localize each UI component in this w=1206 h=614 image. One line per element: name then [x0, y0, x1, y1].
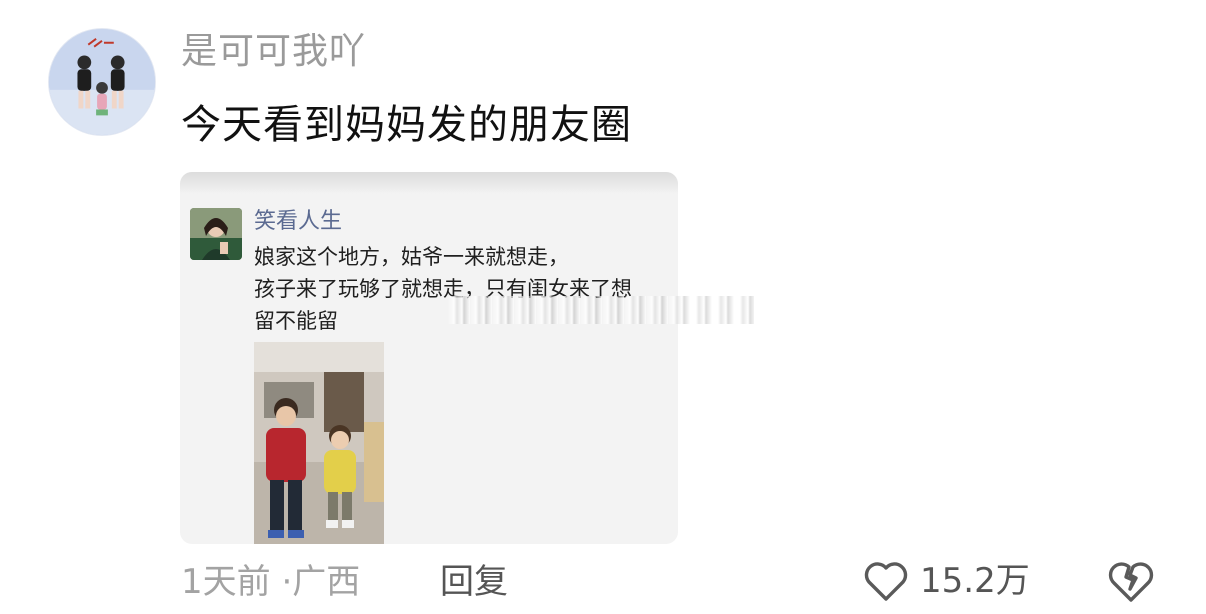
avatar-illustration — [49, 29, 155, 135]
post-author-name: 笑看人生 — [254, 209, 343, 234]
comment-item: 是可可我吖 今天看到妈妈发的朋友圈 笑看人生 娘家这个地方，姑爷一来就想走， 孩… — [0, 0, 1206, 614]
post-text-line: 留不能留 — [254, 309, 338, 333]
screenshot-top-shadow — [180, 172, 678, 194]
comment-meta: 1天前 ·广西 — [181, 560, 360, 604]
reply-button[interactable]: 回复 — [440, 560, 508, 604]
scan-artifact — [448, 296, 754, 324]
like-button[interactable]: 15.2万 — [862, 556, 1030, 606]
post-author-avatar — [190, 208, 242, 260]
like-count: 15.2万 — [920, 561, 1030, 601]
heart-outline-icon[interactable] — [862, 559, 910, 603]
comment-text: 今天看到妈妈发的朋友圈 — [181, 102, 632, 148]
meta-separator: · — [281, 562, 293, 602]
broken-heart-icon[interactable] — [1106, 556, 1156, 604]
post-photo — [254, 342, 384, 544]
comment-time: 1天前 — [181, 562, 271, 602]
comment-location: 广西 — [292, 562, 361, 602]
username[interactable]: 是可可我吖 — [181, 30, 366, 74]
embedded-screenshot[interactable]: 笑看人生 娘家这个地方，姑爷一来就想走， 孩子来了玩够了就想走，只有闺女来了想 … — [180, 172, 678, 544]
user-avatar[interactable] — [48, 28, 156, 136]
post-text-line: 娘家这个地方，姑爷一来就想走， — [254, 245, 569, 269]
